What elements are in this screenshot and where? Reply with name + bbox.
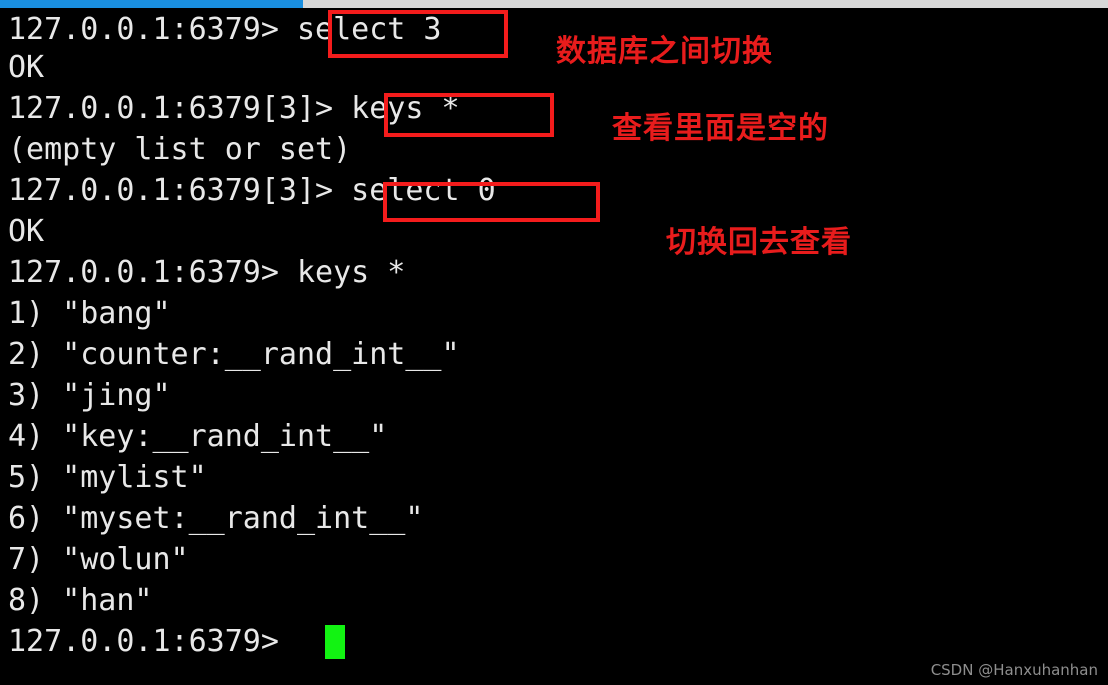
terminal-line-16: 127.0.0.1:6379> xyxy=(8,624,279,659)
terminal-output-area[interactable]: 127.0.0.1:6379> select 3 OK 127.0.0.1:63… xyxy=(0,8,1108,685)
terminal-line-10: 3) "jing" xyxy=(8,378,171,413)
annotation-note-3: 切换回去查看 xyxy=(666,225,852,260)
terminal-line-14: 7) "wolun" xyxy=(8,542,189,577)
top-progress-bar xyxy=(0,0,1108,8)
top-progress-bar-fill xyxy=(0,0,303,8)
terminal-line-15: 8) "han" xyxy=(8,583,153,618)
terminal-line-8: 1) "bang" xyxy=(8,296,171,331)
terminal-line-13: 6) "myset:__rand_int__" xyxy=(8,501,424,536)
annotation-note-1: 数据库之间切换 xyxy=(556,34,773,69)
annotation-note-2: 查看里面是空的 xyxy=(612,111,829,146)
terminal-line-1: 127.0.0.1:6379> select 3 xyxy=(8,12,442,47)
terminal-line-9: 2) "counter:__rand_int__" xyxy=(8,337,460,372)
terminal-line-6: OK xyxy=(8,214,45,249)
terminal-line-3: 127.0.0.1:6379[3]> keys * xyxy=(8,91,460,126)
terminal-line-5: 127.0.0.1:6379[3]> select 0 xyxy=(8,173,496,208)
terminal-line-2: OK xyxy=(8,50,45,85)
terminal-line-11: 4) "key:__rand_int__" xyxy=(8,419,388,454)
terminal-cursor xyxy=(325,625,345,659)
csdn-watermark: CSDN @Hanxuhanhan xyxy=(930,661,1098,679)
terminal-line-7: 127.0.0.1:6379> keys * xyxy=(8,255,406,290)
terminal-line-12: 5) "mylist" xyxy=(8,460,207,495)
terminal-line-4: (empty list or set) xyxy=(8,132,352,167)
terminal-screenshot: 127.0.0.1:6379> select 3 OK 127.0.0.1:63… xyxy=(0,0,1108,685)
